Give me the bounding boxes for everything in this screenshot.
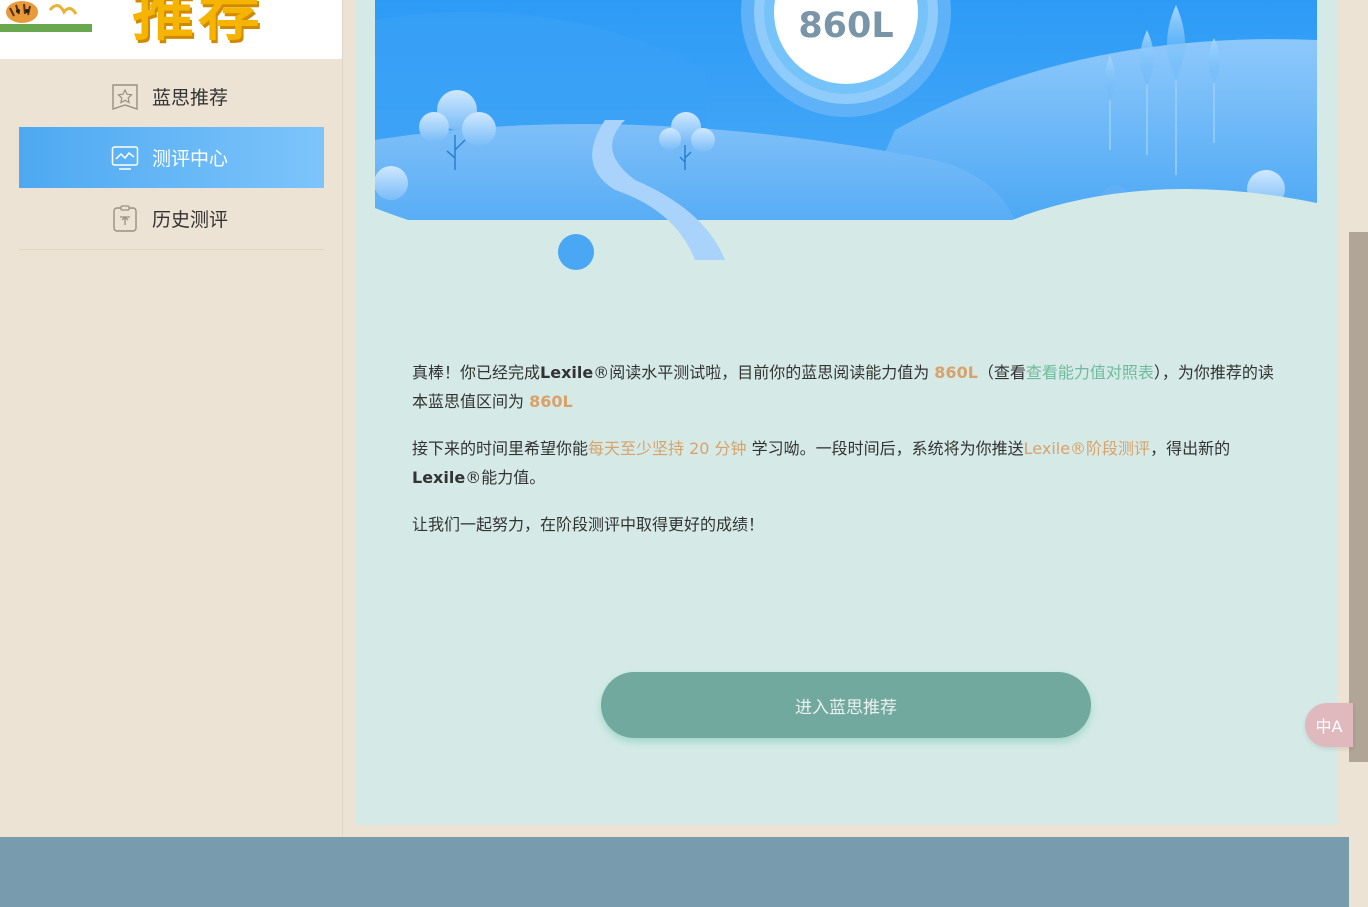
- lexile-level-display: 860L: [798, 6, 894, 46]
- lexile-text: Lexile: [412, 468, 466, 487]
- text-segment: 能力值。: [481, 468, 546, 487]
- sidebar-nav: 蓝思推荐 测评中心 历史测评: [19, 66, 324, 250]
- result-paragraph-3: 让我们一起努力，在阶段测评中取得更好的成绩！: [412, 515, 765, 534]
- sidebar-item-label: 蓝思推荐: [152, 87, 229, 109]
- registered-mark: ®: [593, 363, 610, 382]
- sidebar-item-label: 历史测评: [152, 209, 229, 231]
- enter-lexile-recommend-button[interactable]: 进入蓝思推荐: [601, 672, 1091, 738]
- registered-mark: ®: [465, 468, 482, 487]
- main-panel: 860L 真棒！你已经完成Lexile®阅读水平测试啦，目前你的蓝思阅读能力值为…: [356, 0, 1337, 825]
- text-segment: ，得出新的: [1150, 439, 1231, 458]
- tiger-illustration: [0, 0, 92, 32]
- daily-goal-highlight: 每天至少坚持 20 分钟: [588, 439, 747, 458]
- text-segment: 真棒！你已经完成: [412, 363, 541, 382]
- sidebar-item-label: 测评中心: [152, 148, 229, 170]
- text-segment: 接下来的时间里希望你能: [412, 439, 589, 458]
- lexile-level-value: 860L: [934, 363, 978, 382]
- nav-divider: [19, 249, 324, 250]
- star-bookmark-icon: [111, 83, 139, 111]
- level-table-link[interactable]: 查看能力值对照表: [1026, 363, 1154, 382]
- translate-button[interactable]: 中A: [1305, 703, 1353, 747]
- footer: [0, 837, 1349, 907]
- translate-icon: 中A: [1315, 717, 1343, 736]
- result-paragraph-1: 真棒！你已经完成Lexile®阅读水平测试啦，目前你的蓝思阅读能力值为 860L…: [412, 358, 1282, 416]
- banner-title: 推荐: [132, 0, 265, 49]
- text-segment: 阅读水平测试啦，目前你的蓝思阅读能力值为: [609, 363, 935, 382]
- sidebar-item-lexile-recommend[interactable]: 蓝思推荐: [19, 66, 324, 127]
- scrollbar-thumb[interactable]: [1349, 232, 1368, 762]
- monitor-chart-icon: [111, 144, 139, 172]
- sidebar-item-history[interactable]: 历史测评: [19, 188, 324, 249]
- banner: 推荐: [0, 0, 342, 59]
- result-text: 真棒！你已经完成Lexile®阅读水平测试啦，目前你的蓝思阅读能力值为 860L…: [412, 358, 1282, 557]
- lexile-text: Lexile: [540, 363, 594, 382]
- recommended-range-value: 860L: [529, 392, 573, 411]
- text-segment: （查看: [977, 363, 1026, 382]
- result-paragraph-2: 接下来的时间里希望你能每天至少坚持 20 分钟 学习呦。一段时间后，系统将为你推…: [412, 434, 1282, 492]
- sidebar-item-assessment-center[interactable]: 测评中心: [19, 127, 324, 188]
- clipboard-icon: [111, 204, 139, 233]
- stage-assessment-link[interactable]: Lexile®阶段测评: [1024, 439, 1150, 458]
- text-segment: 学习呦。一段时间后，系统将为你推送: [746, 439, 1024, 458]
- sidebar: 推荐 蓝思推荐 测评中心 历史测评: [0, 0, 343, 837]
